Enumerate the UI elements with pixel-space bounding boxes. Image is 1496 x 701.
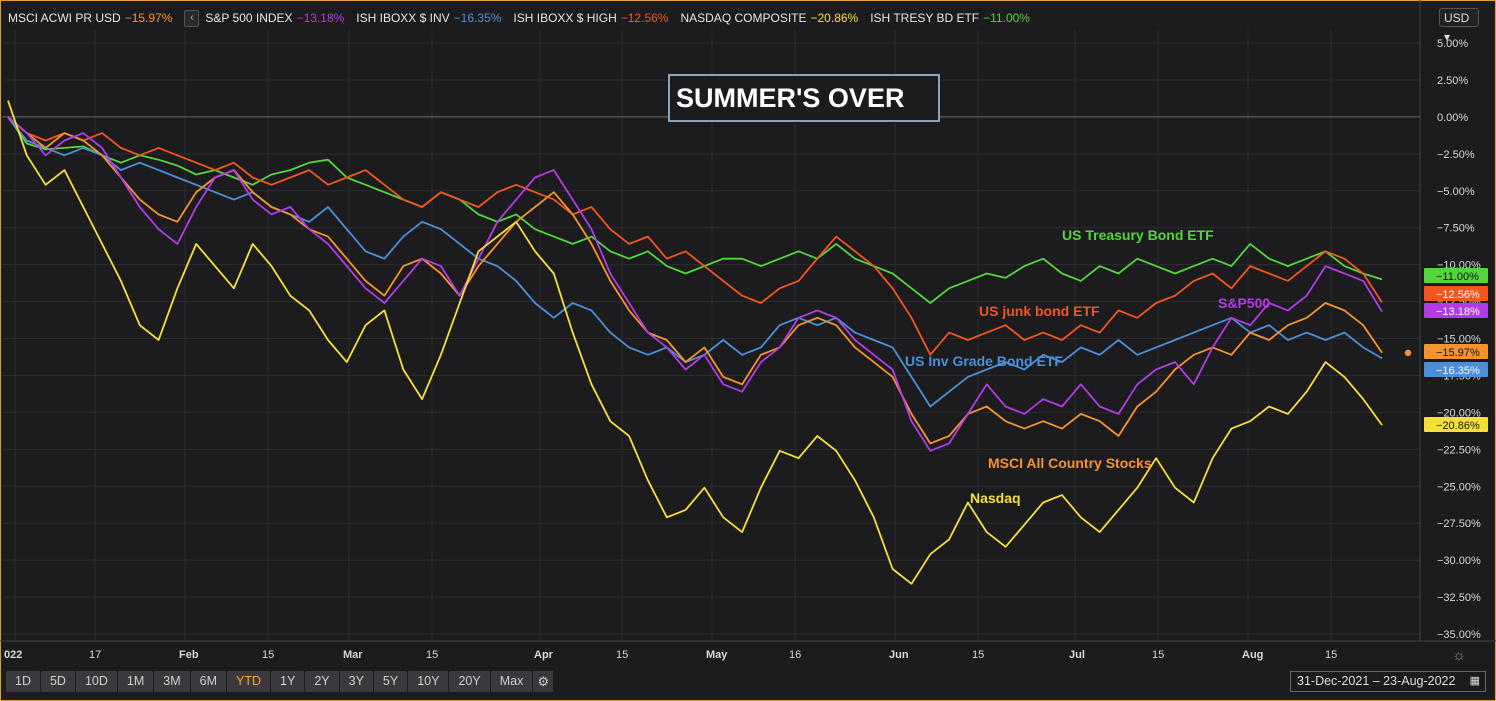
- x-tick-label: 15: [1325, 649, 1337, 661]
- range-button-1m[interactable]: 1M: [117, 671, 154, 692]
- range-button-3m[interactable]: 3M: [154, 671, 190, 692]
- y-tick-label: −32.50%: [1437, 592, 1481, 604]
- series-label: US Treasury Bond ETF: [1062, 227, 1214, 243]
- range-buttons: 1D 5D 10D 1M 3M 6M YTD 1Y 2Y 3Y 5Y 10Y 20Y Max ⚙: [6, 671, 554, 692]
- gear-icon[interactable]: ⚙: [533, 671, 554, 692]
- range-button-20y[interactable]: 20Y: [449, 671, 490, 692]
- range-button-1d[interactable]: 1D: [6, 671, 40, 692]
- x-tick-label: Jun: [889, 649, 909, 661]
- x-tick-label: 022: [4, 649, 22, 661]
- series-line: [7, 116, 1383, 304]
- x-tick-label: Apr: [534, 649, 554, 661]
- x-tick-label: 15: [616, 649, 628, 661]
- y-tick-label: −35.00%: [1437, 629, 1481, 641]
- series-label: US junk bond ETF: [979, 303, 1100, 319]
- x-tick-label: May: [706, 649, 728, 661]
- y-tick-label: −25.00%: [1437, 481, 1481, 493]
- range-button-max[interactable]: Max: [490, 671, 533, 692]
- range-button-5y[interactable]: 5Y: [373, 671, 408, 692]
- last-value-text: −11.00%: [1436, 271, 1479, 283]
- range-button-3y[interactable]: 3Y: [339, 671, 373, 692]
- x-tick-label: Mar: [343, 649, 363, 661]
- range-button-ytd[interactable]: YTD: [227, 671, 271, 692]
- chart-title: SUMMER'S OVER: [676, 83, 904, 113]
- y-tick-label: −22.50%: [1437, 444, 1481, 456]
- y-tick-label: −30.00%: [1437, 555, 1481, 567]
- range-button-10y[interactable]: 10Y: [408, 671, 449, 692]
- y-tick-label: 0.00%: [1437, 112, 1468, 124]
- x-tick-label: Jul: [1069, 649, 1085, 661]
- y-tick-label: 5.00%: [1437, 38, 1468, 50]
- line-chart: 5.00%2.50%0.00%−2.50%−5.00%−7.50%−10.00%…: [0, 0, 1496, 661]
- chart-settings-icon[interactable]: ☼: [1452, 647, 1466, 664]
- range-button-1y[interactable]: 1Y: [271, 671, 305, 692]
- series-end-marker: [1404, 349, 1412, 357]
- calendar-icon[interactable]: ▦: [1470, 672, 1480, 691]
- date-range-field[interactable]: 31-Dec-2021 – 23-Aug-2022 ▦: [1290, 671, 1486, 692]
- x-tick-label: 16: [789, 649, 801, 661]
- series-line: [7, 100, 1383, 585]
- range-button-5d[interactable]: 5D: [40, 671, 75, 692]
- last-value-text: −13.18%: [1436, 306, 1480, 318]
- last-value-text: −20.86%: [1436, 420, 1480, 432]
- y-tick-label: −15.00%: [1437, 334, 1481, 346]
- x-tick-label: 15: [426, 649, 438, 661]
- range-button-6m[interactable]: 6M: [190, 671, 227, 692]
- x-tick-label: Aug: [1242, 649, 1263, 661]
- range-button-10d[interactable]: 10D: [75, 671, 117, 692]
- series-label: S&P500: [1218, 295, 1270, 311]
- y-tick-label: −5.00%: [1437, 186, 1475, 198]
- x-tick-label: Feb: [179, 649, 199, 661]
- date-range-text: 31-Dec-2021 – 23-Aug-2022: [1297, 674, 1456, 688]
- y-tick-label: 2.50%: [1437, 75, 1468, 87]
- series-label: US Inv Grade Bond ETF: [905, 353, 1063, 369]
- series-line: [7, 116, 1383, 452]
- y-tick-label: −2.50%: [1437, 149, 1475, 161]
- x-tick-label: 15: [262, 649, 274, 661]
- series-label: MSCI All Country Stocks: [988, 455, 1152, 471]
- last-value-text: −16.35%: [1436, 365, 1480, 377]
- last-value-text: −15.97%: [1436, 347, 1480, 359]
- series-line: [7, 116, 1383, 445]
- series-label: Nasdaq: [970, 490, 1021, 506]
- x-tick-label: 15: [1152, 649, 1164, 661]
- y-tick-label: −27.50%: [1437, 518, 1481, 530]
- y-tick-label: −7.50%: [1437, 223, 1475, 235]
- x-tick-label: 15: [972, 649, 984, 661]
- x-tick-label: 17: [89, 649, 101, 661]
- last-value-text: −12.56%: [1436, 289, 1480, 301]
- range-button-2y[interactable]: 2Y: [305, 671, 339, 692]
